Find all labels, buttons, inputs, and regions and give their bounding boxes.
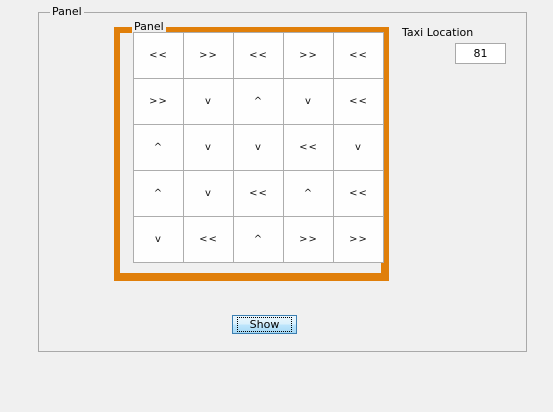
grid-cell-r5-c2[interactable]: << [183,216,234,263]
grid-cell-r4-c2[interactable]: v [183,170,234,217]
grid-cell-r1-c5[interactable]: << [333,32,384,79]
show-button[interactable]: Show [232,315,297,334]
grid-cell-r5-c3[interactable]: ^ [233,216,284,263]
grid-cell-r2-c1[interactable]: >> [133,78,184,125]
grid-cell-r5-c5[interactable]: >> [333,216,384,263]
grid-cell-r5-c1[interactable]: v [133,216,184,263]
grid-cell-r3-c4[interactable]: << [283,124,334,171]
grid-cell-r3-c2[interactable]: v [183,124,234,171]
taxi-location-label: Taxi Location [402,26,474,39]
outer-panel-title: Panel [50,5,84,18]
grid-cell-r2-c4[interactable]: v [283,78,334,125]
grid-cell-r4-c1[interactable]: ^ [133,170,184,217]
direction-grid: << >> << >> << >> v ^ v << ^ v v << v ^ v << ^ << v << ^ >> >> [133,32,384,263]
show-button-label: Show [236,317,293,332]
grid-cell-r4-c4[interactable]: ^ [283,170,334,217]
grid-cell-r1-c3[interactable]: << [233,32,284,79]
grid-cell-r4-c5[interactable]: << [333,170,384,217]
grid-cell-r3-c3[interactable]: v [233,124,284,171]
grid-cell-r1-c2[interactable]: >> [183,32,234,79]
grid-cell-r1-c1[interactable]: << [133,32,184,79]
grid-cell-r5-c4[interactable]: >> [283,216,334,263]
grid-cell-r4-c3[interactable]: << [233,170,284,217]
grid-cell-r2-c5[interactable]: << [333,78,384,125]
grid-cell-r3-c1[interactable]: ^ [133,124,184,171]
grid-cell-r2-c3[interactable]: ^ [233,78,284,125]
app-window: Panel Panel << >> << >> << >> v ^ v << ^ v v << v ^ v << ^… [0,0,553,412]
grid-cell-r1-c4[interactable]: >> [283,32,334,79]
grid-cell-r3-c5[interactable]: v [333,124,384,171]
grid-cell-r2-c2[interactable]: v [183,78,234,125]
taxi-location-field[interactable] [455,43,506,64]
